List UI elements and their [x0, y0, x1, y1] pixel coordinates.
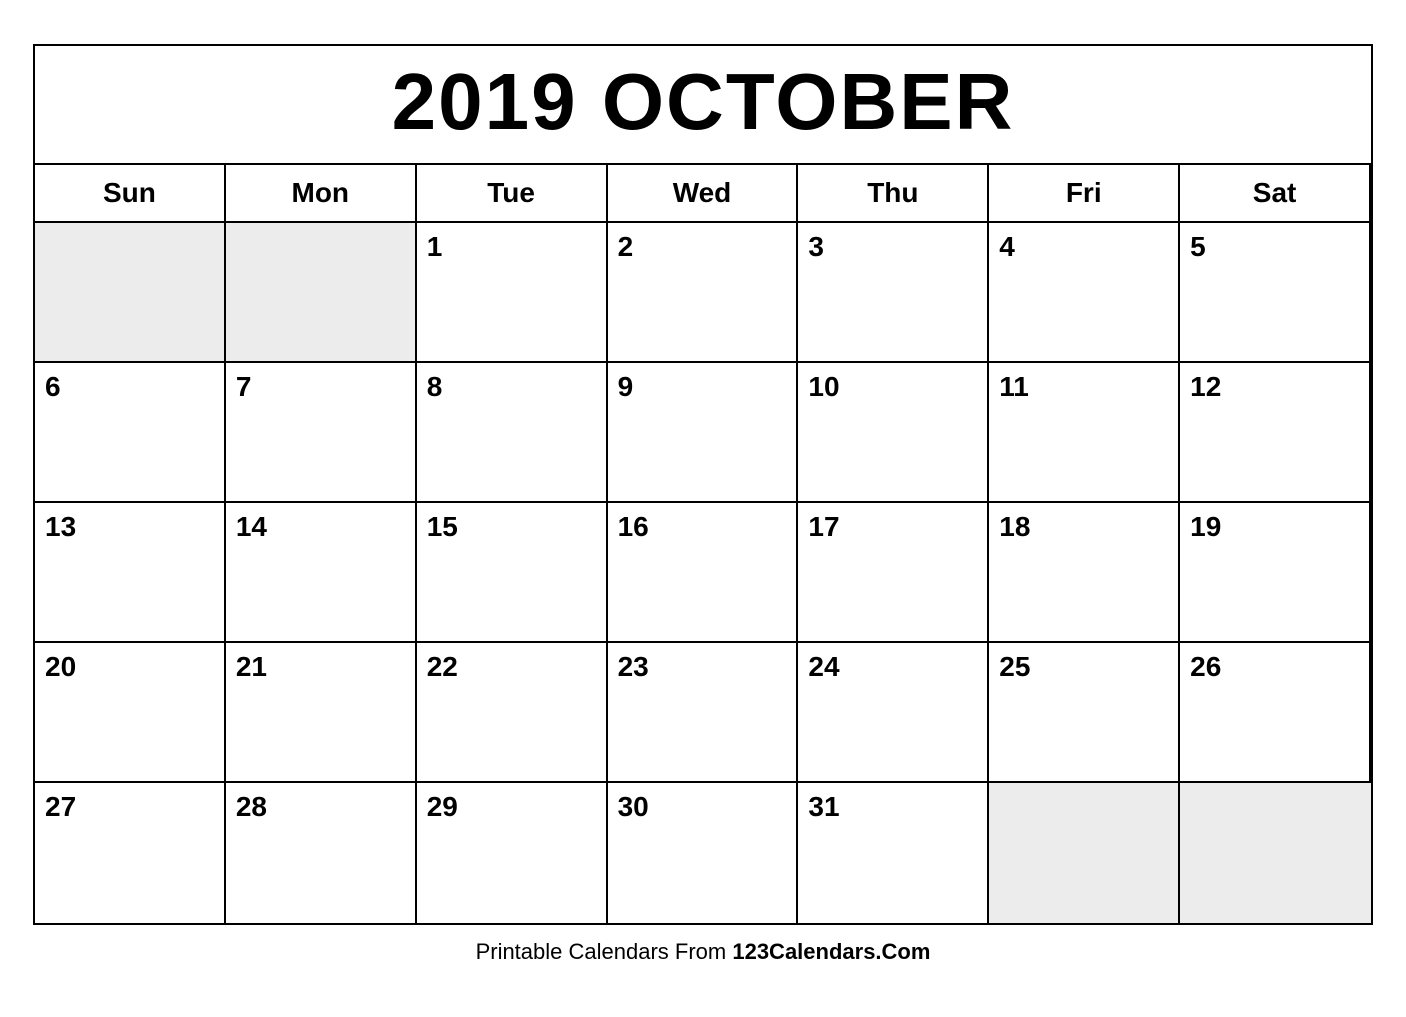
day-cell: 30 — [608, 783, 799, 923]
day-number: 27 — [45, 791, 214, 823]
day-cell: 15 — [417, 503, 608, 643]
calendar-container: 2019 OCTOBER SunMonTueWedThuFriSat123456… — [33, 44, 1373, 925]
day-number: 6 — [45, 371, 214, 403]
day-number: 29 — [427, 791, 596, 823]
day-number: 26 — [1190, 651, 1359, 683]
day-number: 12 — [1190, 371, 1359, 403]
day-number: 11 — [999, 371, 1168, 403]
day-number: 31 — [808, 791, 977, 823]
calendar-footer: Printable Calendars From 123Calendars.Co… — [33, 925, 1373, 973]
day-cell: 24 — [798, 643, 989, 783]
day-header-wed: Wed — [608, 165, 799, 223]
day-cell: 29 — [417, 783, 608, 923]
day-cell: 3 — [798, 223, 989, 363]
day-number: 19 — [1190, 511, 1359, 543]
day-number: 30 — [618, 791, 787, 823]
day-number: 25 — [999, 651, 1168, 683]
day-cell: 2 — [608, 223, 799, 363]
calendar-wrapper: 2019 OCTOBER SunMonTueWedThuFriSat123456… — [33, 44, 1373, 973]
day-cell: 18 — [989, 503, 1180, 643]
day-number: 2 — [618, 231, 787, 263]
day-number: 18 — [999, 511, 1168, 543]
day-cell: 31 — [798, 783, 989, 923]
day-number: 8 — [427, 371, 596, 403]
day-number: 7 — [236, 371, 405, 403]
day-cell: 1 — [417, 223, 608, 363]
day-cell: 9 — [608, 363, 799, 503]
calendar-grid: SunMonTueWedThuFriSat1234567891011121314… — [35, 165, 1371, 923]
day-header-sun: Sun — [35, 165, 226, 223]
day-cell: 14 — [226, 503, 417, 643]
day-cell: 21 — [226, 643, 417, 783]
day-cell: 19 — [1180, 503, 1371, 643]
day-cell — [989, 783, 1180, 923]
day-number: 3 — [808, 231, 977, 263]
day-cell: 17 — [798, 503, 989, 643]
day-cell: 23 — [608, 643, 799, 783]
day-number: 1 — [427, 231, 596, 263]
calendar-title: 2019 OCTOBER — [35, 46, 1371, 165]
day-cell: 6 — [35, 363, 226, 503]
day-cell: 16 — [608, 503, 799, 643]
day-number: 15 — [427, 511, 596, 543]
footer-text: Printable Calendars From — [476, 939, 733, 964]
day-number: 22 — [427, 651, 596, 683]
day-number: 16 — [618, 511, 787, 543]
day-number: 14 — [236, 511, 405, 543]
day-cell: 20 — [35, 643, 226, 783]
day-number: 20 — [45, 651, 214, 683]
day-number: 5 — [1190, 231, 1359, 263]
day-header-mon: Mon — [226, 165, 417, 223]
day-number: 13 — [45, 511, 214, 543]
day-cell: 5 — [1180, 223, 1371, 363]
day-cell — [35, 223, 226, 363]
day-cell: 7 — [226, 363, 417, 503]
day-number: 28 — [236, 791, 405, 823]
day-number: 4 — [999, 231, 1168, 263]
day-number: 24 — [808, 651, 977, 683]
day-cell: 13 — [35, 503, 226, 643]
day-number: 10 — [808, 371, 977, 403]
day-cell: 11 — [989, 363, 1180, 503]
day-number: 9 — [618, 371, 787, 403]
day-number: 23 — [618, 651, 787, 683]
day-cell — [226, 223, 417, 363]
day-cell: 4 — [989, 223, 1180, 363]
day-number: 17 — [808, 511, 977, 543]
day-header-thu: Thu — [798, 165, 989, 223]
day-cell: 28 — [226, 783, 417, 923]
day-cell: 8 — [417, 363, 608, 503]
day-cell: 12 — [1180, 363, 1371, 503]
day-header-tue: Tue — [417, 165, 608, 223]
day-header-sat: Sat — [1180, 165, 1371, 223]
day-cell: 26 — [1180, 643, 1371, 783]
day-cell: 27 — [35, 783, 226, 923]
day-number: 21 — [236, 651, 405, 683]
day-cell: 22 — [417, 643, 608, 783]
day-cell: 10 — [798, 363, 989, 503]
day-cell: 25 — [989, 643, 1180, 783]
day-cell — [1180, 783, 1371, 923]
footer-brand: 123Calendars.Com — [732, 939, 930, 964]
day-header-fri: Fri — [989, 165, 1180, 223]
